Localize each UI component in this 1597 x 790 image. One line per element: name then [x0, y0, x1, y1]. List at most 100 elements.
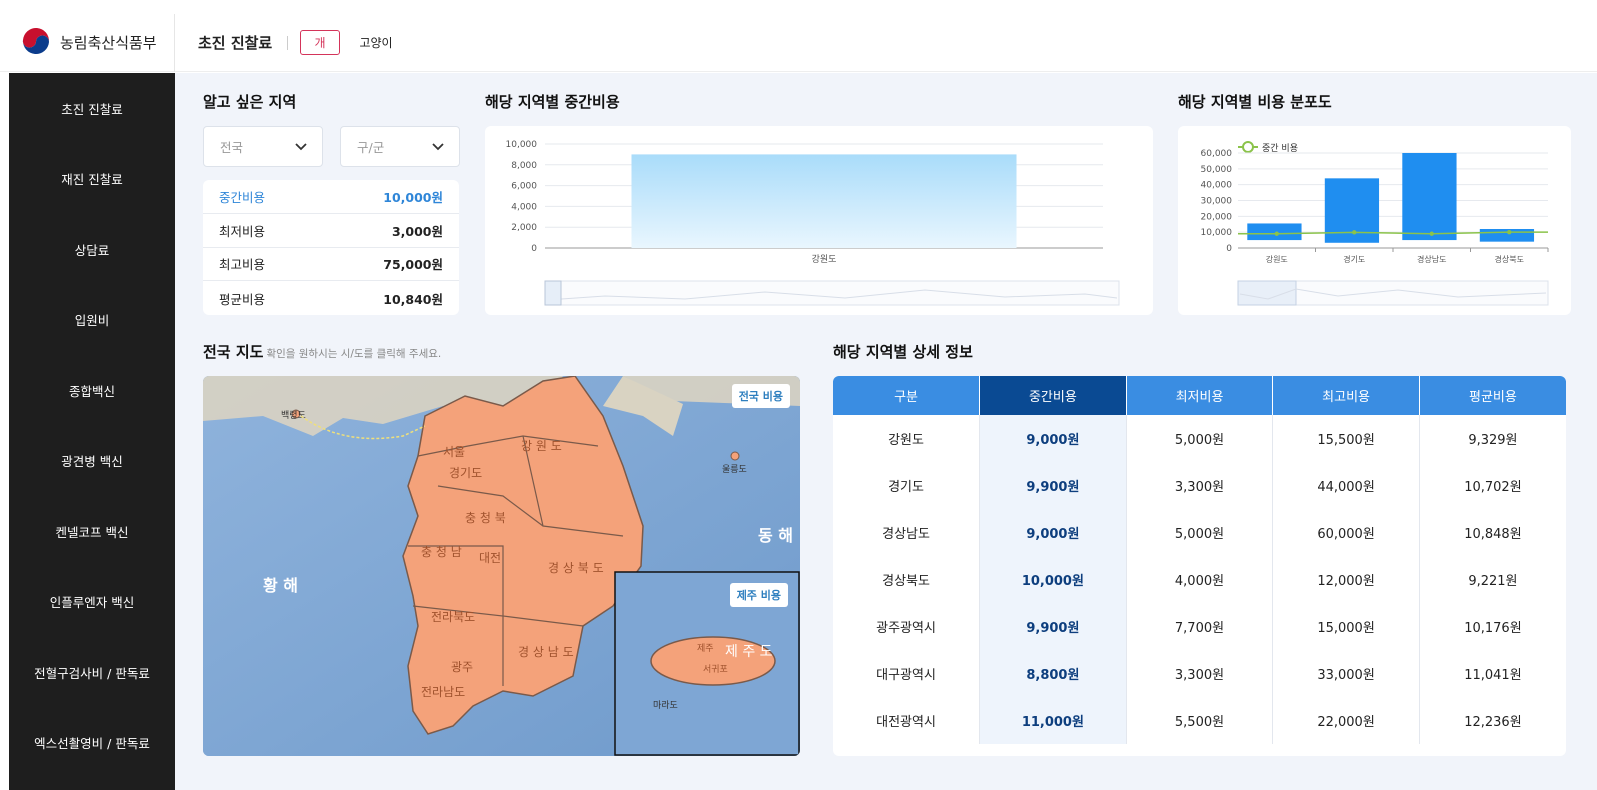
tab-dog[interactable]: 개 [300, 30, 340, 55]
table-row[interactable]: 대전광역시 11,000원 5,500원 22,000원 12,236원 [833, 697, 1566, 744]
zoom-window[interactable] [1237, 280, 1297, 306]
column-header: 최고비용 [1272, 376, 1420, 415]
y-tick-label: 4,000 [511, 202, 537, 212]
table-cell: 33,000원 [1272, 650, 1420, 697]
x-tick-label: 경상북도 [1495, 254, 1524, 264]
chart-zoom-slider[interactable] [544, 280, 1120, 306]
map-title: 전국 지도 확인을 원하시는 시/도를 클릭해 주세요. [203, 341, 441, 362]
map-label: 광주 [451, 660, 473, 674]
stat-value: 10,000원 [383, 189, 443, 205]
legend-marker [1242, 141, 1254, 153]
map-label: 제 주 도 [725, 644, 773, 660]
stat-row-avg: 평균비용 10,840원 [203, 281, 459, 315]
map-label: 동 해 [758, 526, 793, 545]
x-tick-label: 강원도 [812, 254, 837, 265]
sidebar-item-cbc-test[interactable]: 전혈구검사비 / 판독료 [9, 637, 175, 708]
table-cell: 5,000원 [1126, 415, 1274, 462]
table-cell: 4,000원 [1126, 556, 1274, 603]
header-divider [174, 14, 175, 72]
table-header-row: 구분 중간비용 최저비용 최고비용 평균비용 [833, 376, 1566, 415]
median-point [1429, 231, 1434, 236]
logo[interactable]: 농림축산식품부 [20, 26, 157, 58]
table-row[interactable]: 경기도 9,900원 3,300원 44,000원 10,702원 [833, 462, 1566, 509]
map-label: 제주 [697, 643, 714, 654]
table-cell: 경상남도 [833, 509, 981, 556]
column-header: 중간비용 [979, 376, 1127, 415]
stat-value: 75,000원 [383, 257, 443, 273]
sidebar: 초진 진찰료 재진 진찰료 상담료 입원비 종합백신 광견병 백신 켄넬코프 백… [9, 73, 175, 790]
map-label: 서귀포 [703, 664, 728, 675]
detail-table: 구분 중간비용 최저비용 최고비용 평균비용 강원도 9,000원 5,000원… [833, 376, 1566, 744]
table-cell: 광주광역시 [833, 603, 981, 650]
table-cell: 9,000원 [979, 415, 1127, 462]
table-cell: 12,000원 [1272, 556, 1420, 603]
table-cell: 10,702원 [1464, 480, 1522, 495]
sidebar-item-reexam[interactable]: 재진 진찰료 [9, 144, 175, 215]
header-separator [287, 36, 288, 50]
median-chart: 0 2,000 4,000 6,000 8,000 10,000 강원도 [506, 140, 1120, 306]
national-cost-badge[interactable]: 전국 비용 [731, 384, 790, 408]
map-title-text: 전국 지도 [203, 343, 264, 361]
tab-cat[interactable]: 고양이 [356, 30, 396, 55]
table-row[interactable]: 광주광역시 9,900원 7,700원 15,000원 10,176원 [833, 603, 1566, 650]
map-label: 서울 [443, 445, 465, 459]
detail-table-card: 구분 중간비용 최저비용 최고비용 평균비용 강원도 9,000원 5,000원… [833, 376, 1566, 756]
stat-row-max: 최고비용 75,000원 [203, 248, 459, 282]
table-cell: 10,848원 [1464, 527, 1522, 542]
zoom-handle[interactable] [544, 280, 562, 306]
detail-title: 해당 지역별 상세 정보 [833, 343, 973, 361]
median-chart-card: 0 2,000 4,000 6,000 8,000 10,000 강원도 [485, 126, 1153, 315]
stat-value: 3,000원 [391, 223, 443, 239]
zoom-track [544, 280, 1120, 306]
table-row[interactable]: 대구광역시 8,800원 3,300원 33,000원 11,041원 [833, 650, 1566, 697]
sidebar-item-consultation[interactable]: 상담료 [9, 214, 175, 285]
sidebar-item-xray[interactable]: 엑스선촬영비 / 판독료 [9, 708, 175, 779]
table-cell: 7,700원 [1126, 603, 1274, 650]
y-tick-label: 8,000 [511, 161, 537, 171]
y-tick-label: 50,000 [1201, 165, 1233, 175]
table-cell: 5,500원 [1126, 697, 1274, 744]
stat-label: 최저비용 [219, 223, 266, 239]
sidebar-item-kennel-cough-vaccine[interactable]: 켄넬코프 백신 [9, 496, 175, 567]
table-cell: 12,236원 [1464, 715, 1522, 730]
median-point [1352, 230, 1357, 235]
table-row[interactable]: 경상남도 9,000원 5,000원 60,000원 10,848원 [833, 509, 1566, 556]
chart-bar [1479, 229, 1535, 242]
table-cell: 대구광역시 [833, 650, 981, 697]
y-tick-label: 30,000 [1201, 197, 1233, 207]
stat-label: 최고비용 [219, 257, 266, 273]
table-cell: 대전광역시 [833, 697, 981, 744]
district-select-value: 구/군 [357, 140, 385, 155]
ulleungdo-island[interactable] [730, 451, 740, 461]
map-label: 경 상 남 도 [518, 645, 574, 659]
district-select[interactable]: 구/군 [340, 126, 460, 167]
sidebar-item-hospitalization[interactable]: 입원비 [9, 285, 175, 356]
table-cell: 5,000원 [1126, 509, 1274, 556]
table-cell: 11,000원 [979, 697, 1127, 744]
chart-bar [1402, 153, 1457, 241]
table-row[interactable]: 강원도 9,000원 5,000원 15,500원 9,329원 [833, 415, 1566, 462]
dist-chart: 중간 비용 0 10,000 20,000 30,000 40,000 50,000 60,… [1201, 141, 1549, 306]
korea-map-svg: 울릉도 백령도 황 해 동 해 서울 경기도 강 원 도 충 청 북 충 청 남… [203, 376, 800, 756]
chart-zoom-slider[interactable] [1237, 280, 1549, 306]
column-header: 구분 [833, 376, 981, 415]
map-hint: 확인을 원하시는 시/도를 클릭해 주세요. [266, 348, 442, 360]
sidebar-item-influenza-vaccine[interactable]: 인플루엔자 백신 [9, 567, 175, 638]
sidebar-item-rabies-vaccine[interactable]: 광견병 백신 [9, 426, 175, 497]
table-cell: 9,329원 [1468, 433, 1518, 448]
column-header: 최저비용 [1126, 376, 1274, 415]
province-select[interactable]: 전국 [203, 126, 323, 167]
y-tick-label: 2,000 [511, 223, 537, 233]
table-row[interactable]: 경상북도 10,000원 4,000원 12,000원 9,221원 [833, 556, 1566, 603]
chart-legend[interactable]: 중간 비용 [1238, 141, 1298, 154]
y-tick-label: 0 [1226, 244, 1232, 254]
jeju-cost-badge[interactable]: 제주 비용 [729, 583, 788, 607]
sidebar-item-initial-exam[interactable]: 초진 진찰료 [9, 73, 175, 144]
sidebar-item-combo-vaccine[interactable]: 종합백신 [9, 355, 175, 426]
table-cell: 15,500원 [1272, 415, 1420, 462]
map-label: 경 상 북 도 [548, 561, 604, 575]
stat-row-median: 중간비용 10,000원 [203, 180, 459, 214]
y-tick-label: 0 [531, 244, 537, 254]
y-tick-label: 10,000 [506, 140, 538, 150]
map-label: 대전 [479, 551, 501, 565]
